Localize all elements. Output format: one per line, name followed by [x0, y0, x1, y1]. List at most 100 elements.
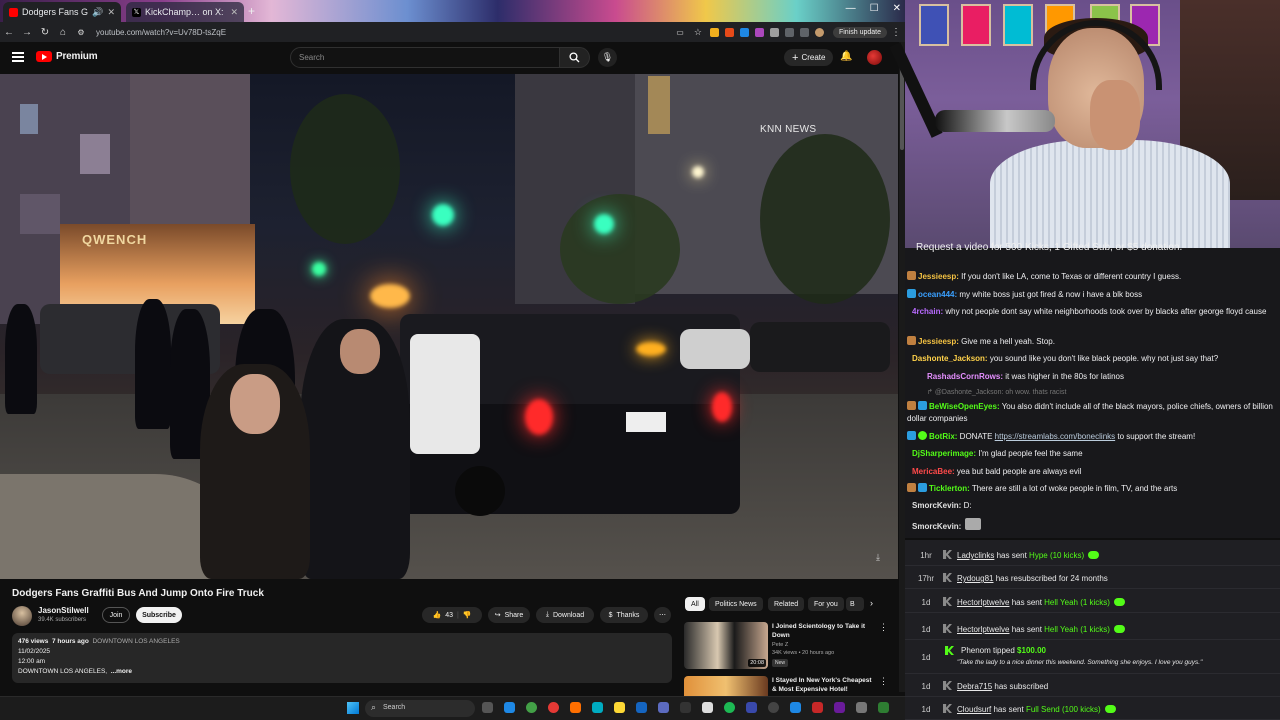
close-icon[interactable]: ✕ [230, 7, 238, 18]
event-user[interactable]: Phenom [961, 646, 991, 655]
location-tag[interactable]: DOWNTOWN LOS ANGELES [92, 638, 179, 645]
donate-link[interactable]: https://streamlabs.com/boneclinks [995, 432, 1116, 441]
chip-politics-news[interactable]: Politics News [709, 597, 763, 611]
taskbar-app-icon[interactable] [548, 702, 559, 713]
chip-for-you[interactable]: For you [808, 597, 844, 611]
kebab-menu-icon[interactable]: ⋮ [879, 676, 888, 687]
chip-next[interactable]: B [846, 597, 864, 611]
close-window-icon[interactable]: ✕ [893, 3, 901, 14]
chat-username[interactable]: BotRix: [929, 432, 957, 441]
chip-related[interactable]: Related [768, 597, 805, 611]
recommendation-title[interactable]: I Joined Scientology to Take it Down [772, 622, 877, 640]
chat-username[interactable]: 4rchain: [912, 307, 943, 316]
new-tab-button[interactable]: + [248, 4, 255, 18]
dislike-icon[interactable]: 👎 [463, 611, 472, 619]
extension-icon[interactable] [754, 27, 764, 37]
kebab-menu-icon[interactable]: ⋮ [879, 622, 888, 633]
youtube-logo[interactable]: Premium [36, 51, 98, 62]
forward-icon[interactable]: → [18, 27, 36, 38]
minimize-icon[interactable]: — [846, 3, 856, 14]
share-button[interactable]: ↪ Share [488, 607, 530, 623]
bookmark-star-icon[interactable]: ☆ [689, 27, 707, 38]
event-user[interactable]: Rydoug81 [957, 574, 993, 583]
account-avatar[interactable] [867, 50, 882, 65]
close-icon[interactable]: ✕ [107, 7, 115, 18]
download-button[interactable]: ⤓ Download [536, 607, 594, 623]
taskbar-app-icon[interactable] [570, 702, 581, 713]
extension-icon[interactable] [724, 27, 734, 37]
taskbar-app-icon[interactable] [680, 702, 691, 713]
taskbar-app-icon[interactable] [790, 702, 801, 713]
thanks-button[interactable]: $ Thanks [600, 607, 648, 623]
chat-username[interactable]: RashadsCornRows: [927, 372, 1003, 381]
channel-avatar[interactable] [12, 606, 32, 626]
chat-username[interactable]: Jessieesp: [918, 272, 959, 281]
taskbar-app-icon[interactable] [504, 702, 515, 713]
finish-update-button[interactable]: Finish update [832, 26, 887, 38]
like-icon[interactable]: 👍 [432, 611, 441, 619]
notifications-bell-icon[interactable]: 🔔 [840, 51, 852, 62]
chat-username[interactable]: MericaBee: [912, 467, 955, 476]
event-user[interactable]: Debra715 [957, 682, 992, 691]
create-button[interactable]: + Create [784, 49, 834, 66]
chat-username[interactable]: Ticklerton: [929, 484, 970, 493]
discord-icon[interactable] [658, 702, 669, 713]
description-box[interactable]: 476 views 7 hours ago DOWNTOWN LOS ANGEL… [12, 633, 672, 683]
chevron-right-icon[interactable]: › [870, 598, 873, 608]
cast-icon[interactable]: ▭ [671, 28, 689, 37]
chat-username[interactable]: Jessieesp: [918, 337, 959, 346]
recommendation-channel[interactable]: Pete Z [772, 642, 788, 648]
search-input[interactable]: Search [290, 47, 560, 68]
recommendation-title[interactable]: I Stayed In New York's Cheapest & Most E… [772, 676, 877, 694]
download-icon[interactable] [799, 27, 809, 37]
extensions-puzzle-icon[interactable] [769, 27, 779, 37]
event-user[interactable]: Hectorlptwelve [957, 625, 1009, 634]
event-user[interactable]: Hectorlptwelve [957, 598, 1009, 607]
chat-username[interactable]: BeWiseOpenEyes: [929, 402, 1000, 411]
file-explorer-icon[interactable] [614, 702, 625, 713]
event-user[interactable]: Ladyclinks [957, 551, 994, 560]
reply-username[interactable]: @Dashonte_Jackson: [935, 389, 1004, 396]
recommendation-thumbnail[interactable] [684, 676, 768, 696]
tab-youtube[interactable]: Dodgers Fans Graffiti Bus A 🔊 ✕ [3, 2, 121, 22]
taskbar-app-icon[interactable] [636, 702, 647, 713]
chip-all[interactable]: All [685, 597, 705, 611]
profile-avatar-icon[interactable] [814, 27, 824, 37]
voice-search-button[interactable]: 🎙 [598, 48, 617, 67]
chrome-icon[interactable] [526, 702, 537, 713]
video-player[interactable]: QWENCH KNN NEWS ⤓ [0, 74, 898, 579]
more-actions-button[interactable]: ⋯ [654, 607, 671, 623]
show-more-link[interactable]: ...more [111, 668, 132, 675]
back-icon[interactable]: ← [0, 27, 18, 38]
taskbar-app-icon[interactable] [592, 702, 603, 713]
subscribe-button[interactable]: Subscribe [136, 607, 182, 623]
reload-icon[interactable]: ↻ [36, 27, 54, 38]
join-button[interactable]: Join [102, 607, 130, 623]
taskbar-app-icon[interactable] [856, 702, 867, 713]
recommendation-thumbnail[interactable]: 20:08 [684, 622, 768, 669]
chat-username[interactable]: SmorcKevin: [912, 501, 961, 510]
event-user[interactable]: Cloudsurf [957, 705, 991, 714]
search-button[interactable] [560, 47, 590, 68]
taskbar-app-icon[interactable] [812, 702, 823, 713]
taskview-icon[interactable] [482, 702, 493, 713]
channel-name[interactable]: JasonStilwell [38, 606, 89, 615]
sidebar-icon[interactable] [784, 27, 794, 37]
taskbar-app-icon[interactable] [878, 702, 889, 713]
chat-username[interactable]: SmorcKevin: [912, 522, 961, 531]
taskbar-app-icon[interactable] [702, 702, 713, 713]
tab-x[interactable]: 𝕏 KickChamp… on X: "Twit… ✕ [126, 2, 244, 22]
site-info-icon[interactable]: ⚙ [72, 28, 90, 37]
windows-start-icon[interactable] [347, 702, 359, 714]
taskbar-app-icon[interactable] [746, 702, 757, 713]
extension-icon[interactable] [709, 27, 719, 37]
spotify-icon[interactable] [724, 702, 735, 713]
maximize-icon[interactable]: ☐ [870, 3, 879, 14]
chat-username[interactable]: ocean444: [918, 290, 957, 299]
taskbar-app-icon[interactable] [834, 702, 845, 713]
recommendation-item[interactable]: I Stayed In New York's Cheapest & Most E… [684, 676, 894, 696]
download-corner-icon[interactable]: ⤓ [876, 552, 880, 563]
taskbar-search[interactable]: Search [365, 700, 475, 717]
like-count[interactable]: 43 [445, 612, 453, 619]
volume-icon[interactable]: 🔊 [92, 7, 103, 18]
